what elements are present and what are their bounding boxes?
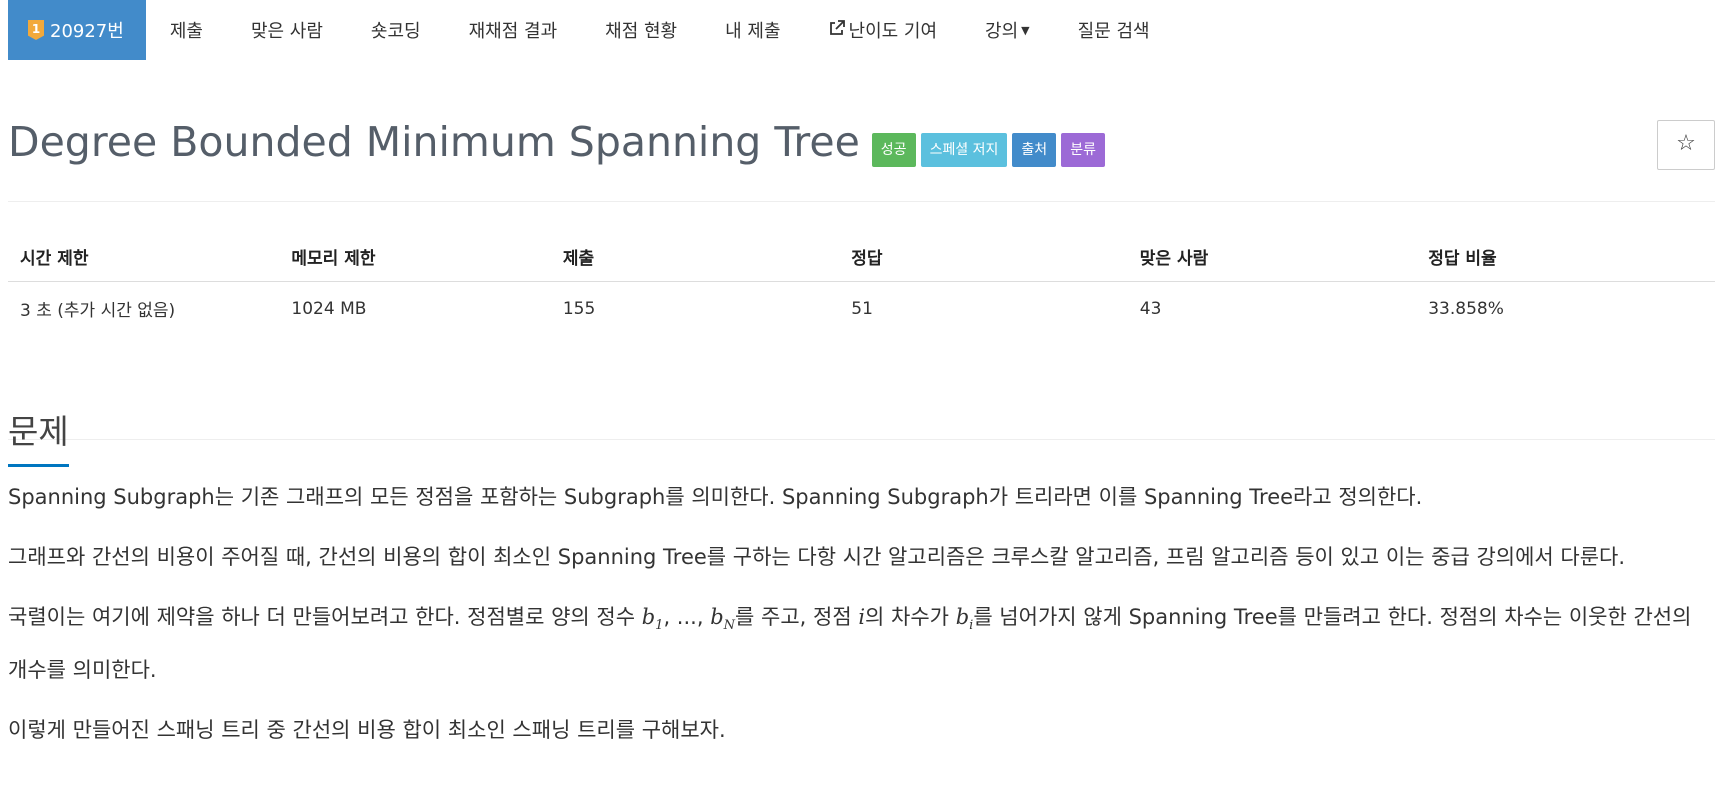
problem-paragraph-4: 이렇게 만들어진 스패닝 트리 중 간선의 비용 합이 최소인 스패닝 트리를 … — [8, 718, 726, 743]
nav-lectures-dropdown[interactable]: 강의 ▼ — [961, 0, 1054, 60]
p3-text-e: 의 차수가 — [865, 605, 956, 629]
math-bi: bi — [955, 605, 974, 634]
header-memory-limit: 메모리 제한 — [279, 236, 551, 282]
problem-description: Spanning Subgraph는 기존 그래프의 모든 정점을 포함하는 S… — [8, 475, 1715, 768]
section-title: 문제 — [8, 410, 69, 468]
label-success: 성공 — [871, 132, 916, 167]
problem-title: Degree Bounded Minimum Spanning Tree — [8, 118, 860, 166]
star-icon: ☆ — [1676, 131, 1696, 156]
nav-submit[interactable]: 제출 — [146, 0, 227, 60]
label-category[interactable]: 분류 — [1061, 132, 1105, 167]
math-bN: bN — [710, 605, 736, 634]
label-source[interactable]: 출처 — [1012, 132, 1057, 167]
nav-my-submissions[interactable]: 내 제출 — [701, 0, 804, 60]
time-limit-value: 3 초 (추가 시간 없음) — [20, 301, 176, 321]
problem-id-label: 20927번 — [50, 21, 124, 42]
nav-accepted-users[interactable]: 맞은 사람 — [227, 0, 347, 60]
header-accept-ratio: 정답 비율 — [1416, 236, 1715, 282]
header-accepted-users: 맞은 사람 — [1127, 236, 1417, 282]
header-time-limit: 시간 제한 — [8, 236, 280, 282]
nav-short-coding[interactable]: 숏코딩 — [347, 0, 445, 60]
accept-ratio-value: 33.858% — [1428, 298, 1504, 319]
nav-rejudge-results[interactable]: 재채점 결과 — [445, 0, 582, 60]
nav-difficulty-contribution[interactable]: 난이도 기여 — [805, 0, 962, 60]
label-special-judge[interactable]: 스페셜 저지 — [920, 132, 1008, 167]
p3-text-c: , ..., — [663, 605, 711, 629]
problem-paragraph-1: Spanning Subgraph는 기존 그래프의 모든 정점을 포함하는 S… — [8, 485, 1423, 509]
tier-badge-icon: 1 — [28, 20, 44, 40]
submissions-value: 155 — [562, 298, 596, 319]
problem-labels: 성공 스페셜 저지 출처 분류 — [871, 132, 1110, 167]
external-link-icon — [829, 20, 845, 40]
problem-paragraph-3: 국렬이는 여기에 제약을 하나 더 만들어보려고 한다. 정점별로 양의 정수 … — [8, 595, 1715, 692]
problem-navbar: 1 20927번 제출 맞은 사람 숏코딩 재채점 결과 채점 현황 내 제출 … — [8, 0, 1174, 60]
p3-text-d: 를 주고, 정점 — [735, 605, 859, 629]
memory-limit-value: 1024 MB — [291, 298, 367, 319]
header-accepted: 정답 — [839, 236, 1128, 282]
problem-section-header: 문제 — [8, 383, 1715, 468]
table-header-row: 시간 제한 메모리 제한 제출 정답 맞은 사람 정답 비율 — [8, 236, 1715, 282]
favorite-star-button[interactable]: ☆ — [1657, 120, 1715, 170]
accepted-users-value: 43 — [1139, 298, 1162, 319]
lectures-label: 강의 — [985, 21, 1019, 42]
problem-info-table: 시간 제한 메모리 제한 제출 정답 맞은 사람 정답 비율 3 초 (추가 시… — [8, 236, 1715, 335]
header-divider — [8, 201, 1715, 202]
nav-judge-status[interactable]: 채점 현황 — [581, 0, 701, 60]
difficulty-contribution-label: 난이도 기여 — [848, 21, 938, 42]
header-submissions: 제출 — [550, 236, 840, 282]
p3-text-a: 국렬이는 여기에 제약을 하나 더 만들어보려고 한다. 정점별로 양의 정수 — [8, 605, 642, 629]
table-row: 3 초 (추가 시간 없음) 1024 MB 155 51 43 33.858% — [8, 282, 1715, 336]
problem-paragraph-2: 그래프와 간선의 비용이 주어질 때, 간선의 비용의 합이 최소인 Spann… — [8, 545, 1626, 569]
nav-problem-id[interactable]: 1 20927번 — [8, 0, 146, 60]
caret-down-icon: ▼ — [1021, 23, 1030, 37]
math-b1: b1 — [641, 605, 664, 634]
nav-question-search[interactable]: 질문 검색 — [1054, 0, 1174, 60]
accepted-value: 51 — [851, 298, 873, 319]
problem-header: Degree Bounded Minimum Spanning Tree 성공 … — [8, 118, 1110, 167]
